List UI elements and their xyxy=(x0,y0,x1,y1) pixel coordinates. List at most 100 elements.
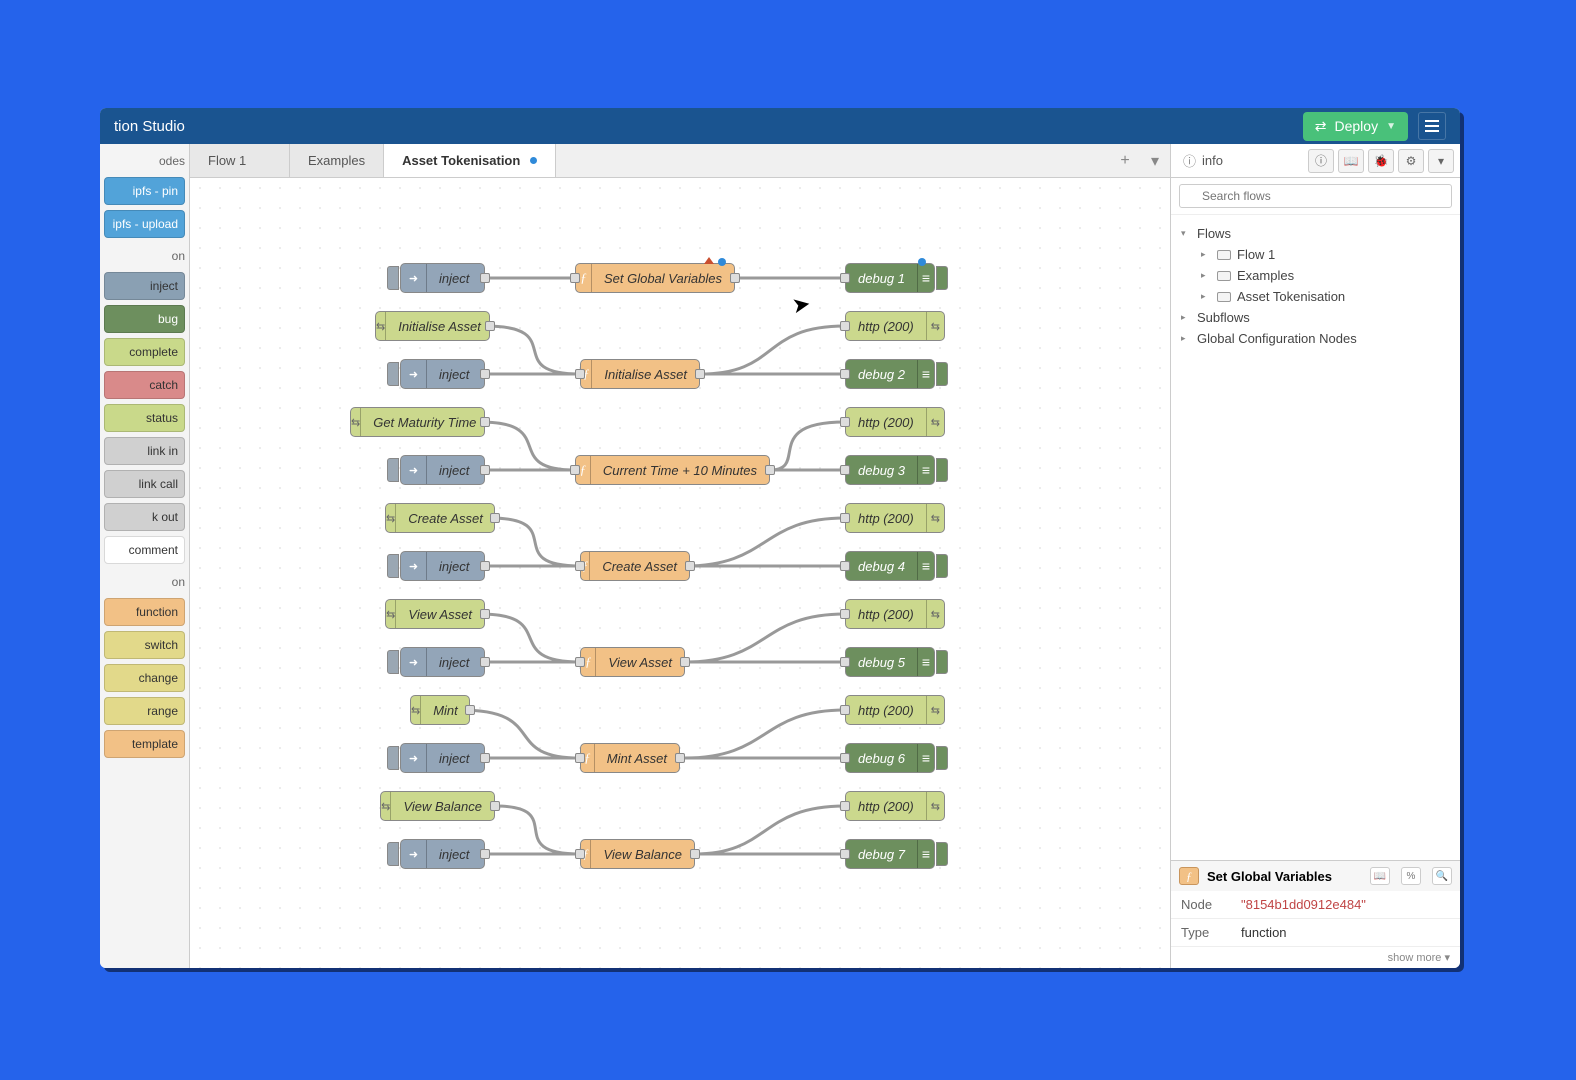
node-inject-6[interactable]: inject xyxy=(400,743,485,773)
palette-header: odes xyxy=(100,148,189,172)
flow-icon xyxy=(1217,292,1231,302)
palette-node-debug[interactable]: bug xyxy=(104,305,185,333)
deploy-button[interactable]: ⇄ Deploy ▼ xyxy=(1303,112,1408,141)
tree-flows[interactable]: ▾Flows xyxy=(1181,223,1450,244)
node-http-initialise-asset[interactable]: Initialise Asset xyxy=(375,311,490,341)
node-fn-view-asset[interactable]: View Asset xyxy=(580,647,685,677)
cursor-icon: ➤ xyxy=(790,291,813,320)
flows-tree: ▾Flows ▸Flow 1 ▸Examples ▸Asset Tokenisa… xyxy=(1171,215,1460,357)
info-node-key: Node xyxy=(1181,897,1241,912)
palette-node-link-out[interactable]: k out xyxy=(104,503,185,531)
sidebar-search xyxy=(1171,178,1460,215)
tab-menu-button[interactable]: ▾ xyxy=(1140,144,1170,177)
sidebar-tabs: info ⓘ 📖 🐞 ⚙ ▾ xyxy=(1171,144,1460,178)
palette-node-link-in[interactable]: link in xyxy=(104,437,185,465)
node-http-response-4[interactable]: http (200) xyxy=(845,599,945,629)
info-title: Set Global Variables xyxy=(1207,869,1359,884)
changed-dot-icon xyxy=(918,258,926,266)
sidebar-btn-info[interactable]: ⓘ xyxy=(1308,149,1334,173)
palette-node-ipfs-upload[interactable]: ipfs - upload xyxy=(104,210,185,238)
node-debug-3[interactable]: debug 3 xyxy=(845,455,935,485)
sidebar-tab-info[interactable]: info xyxy=(1177,151,1304,170)
info-tool-book[interactable]: 📖 xyxy=(1370,867,1390,885)
flow-icon xyxy=(1217,271,1231,281)
node-debug-2[interactable]: debug 2 xyxy=(845,359,935,389)
node-fn-current-time[interactable]: Current Time + 10 Minutes xyxy=(575,455,770,485)
function-icon: ƒ xyxy=(1179,867,1199,885)
node-debug-6[interactable]: debug 6 xyxy=(845,743,935,773)
palette-node-complete[interactable]: complete xyxy=(104,338,185,366)
tree-examples[interactable]: ▸Examples xyxy=(1201,265,1450,286)
node-http-create-asset[interactable]: Create Asset xyxy=(385,503,495,533)
flow-icon xyxy=(1217,250,1231,260)
tree-subflows[interactable]: ▸Subflows xyxy=(1181,307,1450,328)
search-flows-input[interactable] xyxy=(1179,184,1452,208)
node-debug-4[interactable]: debug 4 xyxy=(845,551,935,581)
palette-node-status[interactable]: status xyxy=(104,404,185,432)
chevron-down-icon[interactable]: ▼ xyxy=(1386,121,1396,132)
info-tool-search[interactable]: 🔍 xyxy=(1432,867,1452,885)
node-fn-initialise-asset[interactable]: Initialise Asset xyxy=(580,359,700,389)
info-type-val: function xyxy=(1241,925,1450,940)
node-inject-3[interactable]: inject xyxy=(400,455,485,485)
app-window: tion Studio ⇄ Deploy ▼ odes ipfs - pin i… xyxy=(100,108,1460,968)
node-http-mint[interactable]: Mint xyxy=(410,695,470,725)
node-fn-mint-asset[interactable]: Mint Asset xyxy=(580,743,680,773)
node-set-global-variables[interactable]: Set Global Variables xyxy=(575,263,735,293)
node-http-response-1[interactable]: http (200) xyxy=(845,311,945,341)
info-panel: ƒ Set Global Variables 📖 % 🔍 Node"8154b1… xyxy=(1171,860,1460,968)
tree-flow1[interactable]: ▸Flow 1 xyxy=(1201,244,1450,265)
editor: Flow 1 Examples Asset Tokenisation + ▾ xyxy=(190,144,1170,968)
show-more-link[interactable]: show more ▾ xyxy=(1171,947,1460,968)
sidebar: info ⓘ 📖 🐞 ⚙ ▾ ▾Flows ▸Flow 1 ▸Examples … xyxy=(1170,144,1460,968)
sidebar-btn-more[interactable]: ▾ xyxy=(1428,149,1454,173)
node-http-response-5[interactable]: http (200) xyxy=(845,695,945,725)
node-inject-7[interactable]: inject xyxy=(400,839,485,869)
palette-node-function[interactable]: function xyxy=(104,598,185,626)
node-debug-1[interactable]: debug 1 xyxy=(845,263,935,293)
palette-node-range[interactable]: range xyxy=(104,697,185,725)
palette-node-inject[interactable]: inject xyxy=(104,272,185,300)
tree-asset-tokenisation[interactable]: ▸Asset Tokenisation xyxy=(1201,286,1450,307)
deploy-icon: ⇄ xyxy=(1315,118,1327,135)
tab-bar: Flow 1 Examples Asset Tokenisation + ▾ xyxy=(190,144,1170,178)
info-tool-link[interactable]: % xyxy=(1401,867,1421,885)
node-debug-5[interactable]: debug 5 xyxy=(845,647,935,677)
node-debug-7[interactable]: debug 7 xyxy=(845,839,935,869)
tab-examples[interactable]: Examples xyxy=(290,144,384,177)
palette-node-ipfs-pin[interactable]: ipfs - pin xyxy=(104,177,185,205)
node-http-response-6[interactable]: http (200) xyxy=(845,791,945,821)
app-title: tion Studio xyxy=(114,118,185,135)
node-http-response-3[interactable]: http (200) xyxy=(845,503,945,533)
node-inject-4[interactable]: inject xyxy=(400,551,485,581)
node-fn-view-balance[interactable]: View Balance xyxy=(580,839,695,869)
palette-node-link-call[interactable]: link call xyxy=(104,470,185,498)
node-http-view-asset[interactable]: View Asset xyxy=(385,599,485,629)
add-tab-button[interactable]: + xyxy=(1110,144,1140,177)
tree-global-config[interactable]: ▸Global Configuration Nodes xyxy=(1181,328,1450,349)
node-http-get-maturity[interactable]: Get Maturity Time xyxy=(350,407,485,437)
info-node-id: "8154b1dd0912e484" xyxy=(1241,897,1450,912)
node-inject-5[interactable]: inject xyxy=(400,647,485,677)
palette-node-template[interactable]: template xyxy=(104,730,185,758)
sidebar-btn-debug[interactable]: 🐞 xyxy=(1368,149,1394,173)
node-inject-1[interactable]: inject xyxy=(400,263,485,293)
node-inject-2[interactable]: inject xyxy=(400,359,485,389)
tab-flow1[interactable]: Flow 1 xyxy=(190,144,290,177)
titlebar: tion Studio ⇄ Deploy ▼ xyxy=(100,108,1460,144)
palette-node-change[interactable]: change xyxy=(104,664,185,692)
node-fn-create-asset[interactable]: Create Asset xyxy=(580,551,690,581)
sidebar-btn-config[interactable]: ⚙ xyxy=(1398,149,1424,173)
info-type-key: Type xyxy=(1181,925,1241,940)
tab-asset-tokenisation[interactable]: Asset Tokenisation xyxy=(384,144,556,177)
node-http-response-2[interactable]: http (200) xyxy=(845,407,945,437)
node-http-view-balance[interactable]: View Balance xyxy=(380,791,495,821)
flow-canvas[interactable]: inject Set Global Variables debug 1 Init… xyxy=(190,178,1170,968)
palette-section: on xyxy=(100,569,189,593)
palette-node-catch[interactable]: catch xyxy=(104,371,185,399)
palette-node-comment[interactable]: comment xyxy=(104,536,185,564)
error-icon xyxy=(704,257,714,264)
hamburger-menu-button[interactable] xyxy=(1418,112,1446,140)
palette-node-switch[interactable]: switch xyxy=(104,631,185,659)
sidebar-btn-help[interactable]: 📖 xyxy=(1338,149,1364,173)
